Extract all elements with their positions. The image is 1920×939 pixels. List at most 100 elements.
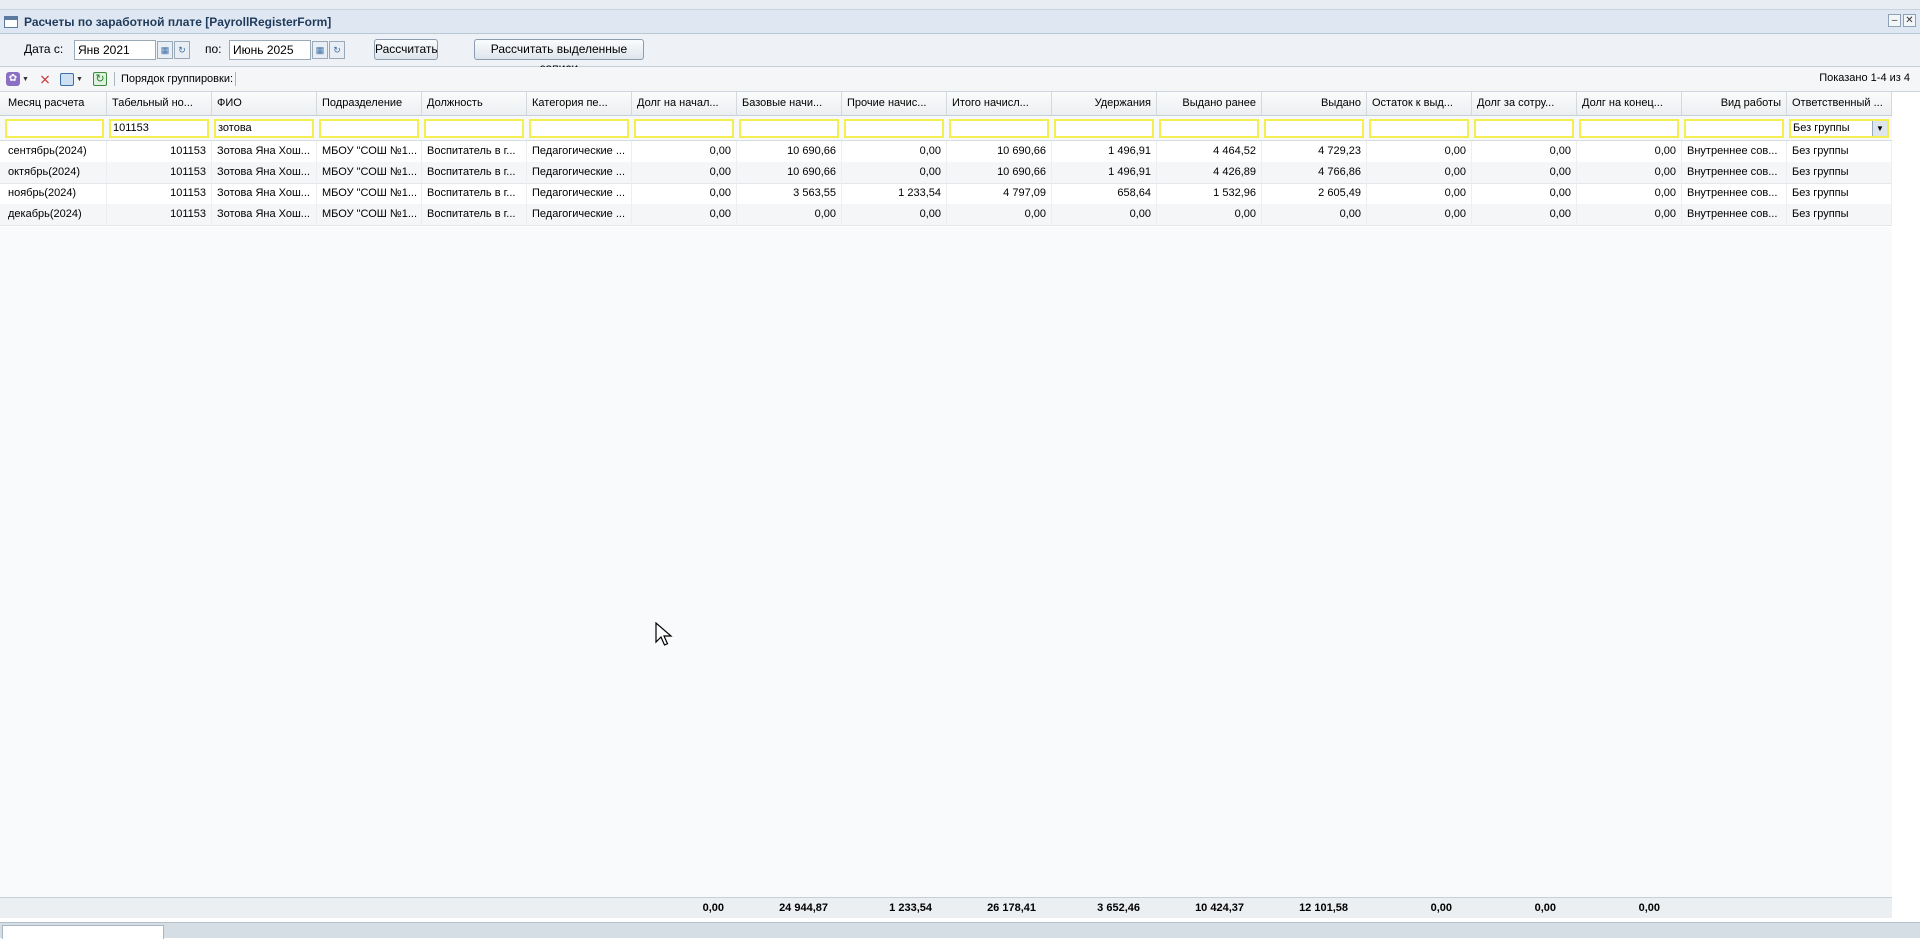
grid-toolbar: ✿ ▼ ⨯ ▼ ↻ Порядок группировки: Показано 1… <box>0 67 1920 92</box>
cell-responsible: Без группы <box>1787 162 1892 183</box>
cell-other-accruals: 0,00 <box>842 204 947 225</box>
columns-menu-button[interactable]: ▼ <box>60 71 83 87</box>
date-from-field[interactable]: Янв 2021 <box>74 40 156 60</box>
column-header[interactable]: Вид работы <box>1682 92 1787 115</box>
cell-category: Педагогические ... <box>527 141 632 162</box>
settings-menu-button[interactable]: ✿ ▼ <box>6 71 29 87</box>
column-header[interactable]: Категория пе... <box>527 92 632 115</box>
filter-fio[interactable]: зотова <box>214 119 314 138</box>
column-header[interactable]: Выдано <box>1262 92 1367 115</box>
total-employee-debt: 0,00 <box>1534 902 1556 914</box>
cell-total-accrued: 10 690,66 <box>947 162 1052 183</box>
cell-deductions: 658,64 <box>1052 183 1157 204</box>
cell-debt-end: 0,00 <box>1577 204 1682 225</box>
column-header[interactable]: Базовые начи... <box>737 92 842 115</box>
filter-debt-end[interactable] <box>1579 119 1679 138</box>
column-header[interactable]: Долг на конец... <box>1577 92 1682 115</box>
calendar-clear-icon[interactable]: ↻ <box>174 41 190 59</box>
filter-paid[interactable] <box>1264 119 1364 138</box>
column-header[interactable]: Должность <box>422 92 527 115</box>
cell-debt-start: 0,00 <box>632 183 737 204</box>
cell-month: ноябрь(2024) <box>3 183 107 204</box>
cell-tab-number: 101153 <box>107 204 212 225</box>
date-range-bar: Дата с: Янв 2021 ▦ ↻ по: Июнь 2025 ▦ ↻ Р… <box>0 34 1920 75</box>
total-base-accruals: 24 944,87 <box>779 902 828 914</box>
filter-month[interactable] <box>5 119 104 138</box>
filter-department[interactable] <box>319 119 419 138</box>
filter-work-type[interactable] <box>1684 119 1784 138</box>
table-row[interactable]: ноябрь(2024) 101153 Зотова Яна Хош... МБ… <box>0 183 1892 205</box>
calendar-clear-icon[interactable]: ↻ <box>329 41 345 59</box>
column-header[interactable]: Долг за сотру... <box>1472 92 1577 115</box>
column-header[interactable]: Прочие начис... <box>842 92 947 115</box>
filter-employee-debt[interactable] <box>1474 119 1574 138</box>
cell-department: МБОУ "СОШ №1... <box>317 141 422 162</box>
column-header[interactable]: Итого начисл... <box>947 92 1052 115</box>
top-strip <box>0 0 1920 10</box>
calculate-button[interactable]: Рассчитать <box>374 39 438 60</box>
cell-work-type: Внутреннее сов... <box>1682 162 1787 183</box>
cell-position: Воспитатель в г... <box>422 141 527 162</box>
chevron-down-icon: ▼ <box>76 75 83 83</box>
filter-category[interactable] <box>529 119 629 138</box>
cell-deductions: 1 496,91 <box>1052 162 1157 183</box>
cell-category: Педагогические ... <box>527 162 632 183</box>
cell-tab-number: 101153 <box>107 162 212 183</box>
cell-balance: 0,00 <box>1367 183 1472 204</box>
total-paid-earlier: 10 424,37 <box>1195 902 1244 914</box>
cell-deductions: 1 496,91 <box>1052 141 1157 162</box>
column-header[interactable]: Выдано ранее <box>1157 92 1262 115</box>
column-header[interactable]: Табельный но... <box>107 92 212 115</box>
table-row[interactable]: сентябрь(2024) 101153 Зотова Яна Хош... … <box>0 141 1892 163</box>
filter-other-accruals[interactable] <box>844 119 944 138</box>
minimize-icon[interactable]: – <box>1888 14 1901 27</box>
cell-fio: Зотова Яна Хош... <box>212 204 317 225</box>
window-icon <box>4 15 18 28</box>
cell-month: октябрь(2024) <box>3 162 107 183</box>
column-header[interactable]: Остаток к выд... <box>1367 92 1472 115</box>
table-row[interactable]: октябрь(2024) 101153 Зотова Яна Хош... М… <box>0 162 1892 184</box>
date-to-field[interactable]: Июнь 2025 <box>229 40 311 60</box>
column-header[interactable]: Подразделение <box>317 92 422 115</box>
filter-paid-earlier[interactable] <box>1159 119 1259 138</box>
cell-balance: 0,00 <box>1367 162 1472 183</box>
chevron-down-icon: ▼ <box>22 75 29 83</box>
cell-fio: Зотова Яна Хош... <box>212 162 317 183</box>
column-header[interactable]: ФИО <box>212 92 317 115</box>
cell-other-accruals: 1 233,54 <box>842 183 947 204</box>
close-icon[interactable]: ✕ <box>1903 14 1916 27</box>
window-controls: – ✕ <box>1888 14 1916 27</box>
column-header[interactable]: Долг на начал... <box>632 92 737 115</box>
columns-icon <box>60 72 74 86</box>
filter-deductions[interactable] <box>1054 119 1154 138</box>
filter-debt-start[interactable] <box>634 119 734 138</box>
filter-responsible-select[interactable]: Без группы ▼ <box>1789 119 1889 138</box>
filter-position[interactable] <box>424 119 524 138</box>
cursor-icon <box>655 621 673 646</box>
calendar-icon[interactable]: ▦ <box>312 41 328 59</box>
cell-balance: 0,00 <box>1367 141 1472 162</box>
chevron-down-icon[interactable]: ▼ <box>1872 121 1887 136</box>
cell-month: сентябрь(2024) <box>3 141 107 162</box>
calculate-selected-button[interactable]: Рассчитать выделенные записи <box>474 39 644 75</box>
filter-responsible-value: Без группы <box>1793 122 1850 134</box>
calendar-icon[interactable]: ▦ <box>157 41 173 59</box>
filter-balance[interactable] <box>1369 119 1469 138</box>
total-deductions: 3 652,46 <box>1097 902 1140 914</box>
totals-row: 0,00 24 944,87 1 233,54 26 178,41 3 652,… <box>0 897 1892 918</box>
cell-base-accruals: 10 690,66 <box>737 162 842 183</box>
column-header[interactable]: Ответственный ... <box>1787 92 1892 115</box>
cell-paid-earlier: 4 464,52 <box>1157 141 1262 162</box>
filter-tab-number[interactable]: 101153 <box>109 119 209 138</box>
column-header[interactable]: Удержания <box>1052 92 1157 115</box>
filter-base-accruals[interactable] <box>739 119 839 138</box>
refresh-button[interactable]: ↻ <box>93 71 107 87</box>
filter-total-accrued[interactable] <box>949 119 1049 138</box>
total-balance: 0,00 <box>1430 902 1452 914</box>
cell-debt-start: 0,00 <box>632 141 737 162</box>
column-header[interactable]: Месяц расчета <box>3 92 107 115</box>
clear-filter-button[interactable]: ⨯ <box>37 71 53 87</box>
cell-position: Воспитатель в г... <box>422 183 527 204</box>
total-accrued: 26 178,41 <box>987 902 1036 914</box>
table-row[interactable]: декабрь(2024) 101153 Зотова Яна Хош... М… <box>0 204 1892 226</box>
